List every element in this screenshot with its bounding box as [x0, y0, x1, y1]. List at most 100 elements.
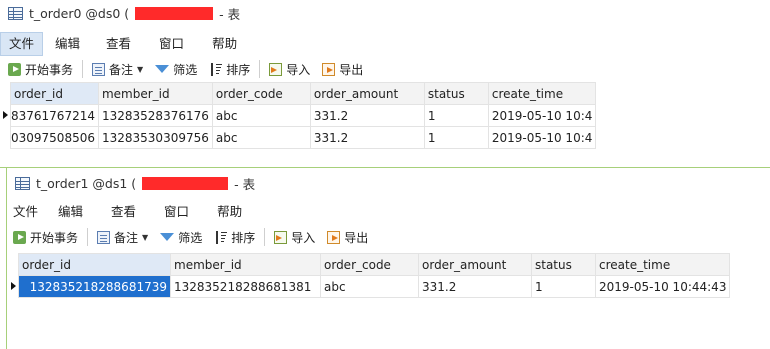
column-header-order-code[interactable]: order_code — [320, 253, 419, 276]
menu-view[interactable]: 查看 — [97, 200, 150, 224]
cell-create-time[interactable]: 2019-05-10 10:4 — [487, 126, 597, 149]
filter-button[interactable]: 筛选 — [154, 226, 208, 248]
column-header-create-time[interactable]: create_time — [594, 253, 731, 276]
column-header-order-id[interactable]: order_id — [18, 253, 171, 276]
note-label: 备注 — [114, 230, 139, 245]
sort-button[interactable]: 排序 — [203, 58, 256, 80]
note-icon — [97, 230, 111, 244]
cell-order-id[interactable]: 03097508506 — [10, 126, 99, 149]
filter-label: 筛选 — [178, 230, 203, 245]
menu-help[interactable]: 帮助 — [203, 200, 256, 224]
toolbar-separator — [82, 60, 84, 78]
export-label: 导出 — [344, 230, 369, 245]
menu-help[interactable]: 帮助 — [198, 32, 251, 56]
row-selector[interactable] — [10, 275, 19, 298]
table-row[interactable]: 132835218288681739 132835218288681381 ab… — [10, 275, 731, 298]
cell-status[interactable]: 1 — [423, 104, 489, 127]
redacted-block — [135, 6, 214, 20]
menu-bar: 文件 编辑 查看 窗口 帮助 — [0, 32, 770, 56]
begin-transaction-button[interactable]: 开始事务 — [2, 58, 79, 80]
column-header-status[interactable]: status — [531, 253, 596, 276]
cell-order-code[interactable]: abc — [211, 104, 311, 127]
column-header-order-amount[interactable]: order_amount — [309, 82, 425, 105]
filter-icon — [160, 233, 175, 241]
chevron-down-icon[interactable]: ▼ — [142, 233, 148, 242]
menu-file[interactable]: 文件 — [0, 32, 44, 56]
menu-file[interactable]: 文件 — [7, 200, 44, 224]
cell-order-id[interactable]: 83761767214 — [10, 104, 99, 127]
filter-label: 筛选 — [173, 62, 198, 77]
table-row[interactable]: 83761767214 13283528376176 abc 331.2 1 2… — [2, 104, 597, 127]
menu-edit[interactable]: 编辑 — [44, 200, 97, 224]
redacted-block — [142, 176, 229, 190]
cell-order-code[interactable]: abc — [211, 126, 311, 149]
cell-status[interactable]: 1 — [423, 126, 489, 149]
cell-create-time[interactable]: 2019-05-10 10:44:43 — [594, 275, 731, 298]
cell-member-id[interactable]: 13283530309756 — [97, 126, 213, 149]
column-header-order-code[interactable]: order_code — [211, 82, 311, 105]
import-icon — [274, 230, 288, 244]
note-button[interactable]: 备注 ▼ — [86, 58, 149, 80]
toolbar: 开始事务 备注 ▼ 筛选 排序 导入 导出 — [7, 224, 770, 250]
window-title-bar: t_order1 @ds1 ( - 表 — [7, 168, 770, 194]
note-icon — [92, 62, 106, 76]
window-t-order1: t_order1 @ds1 ( - 表 文件 编辑 查看 窗口 帮助 开始事务 … — [7, 168, 770, 349]
window-title: t_order0 @ds0 ( — [29, 5, 130, 21]
play-icon — [8, 62, 21, 76]
window-title-bar: t_order0 @ds0 ( - 表 — [0, 0, 770, 24]
header-row: order_id member_id order_code order_amou… — [2, 82, 597, 105]
sort-button[interactable]: 排序 — [208, 226, 261, 248]
column-header-member-id[interactable]: member_id — [97, 82, 213, 105]
menu-window[interactable]: 窗口 — [150, 200, 203, 224]
import-button[interactable]: 导入 — [268, 226, 321, 248]
sort-label: 排序 — [231, 230, 256, 245]
column-header-member-id[interactable]: member_id — [170, 253, 321, 276]
window-t-order0: t_order0 @ds0 ( - 表 文件 编辑 查看 窗口 帮助 开始事务 … — [0, 0, 770, 168]
row-selector[interactable] — [2, 126, 11, 149]
begin-transaction-label: 开始事务 — [30, 230, 79, 245]
import-label: 导入 — [291, 230, 316, 245]
play-icon — [13, 230, 26, 244]
cell-order-id[interactable]: 132835218288681739 — [18, 275, 171, 298]
begin-transaction-label: 开始事务 — [25, 62, 74, 77]
sort-icon — [209, 62, 223, 76]
row-selector[interactable] — [2, 104, 11, 127]
export-label: 导出 — [339, 62, 364, 77]
cell-member-id[interactable]: 13283528376176 — [97, 104, 213, 127]
column-header-status[interactable]: status — [423, 82, 489, 105]
toolbar-separator — [259, 60, 261, 78]
toolbar-separator — [87, 228, 89, 246]
table-row[interactable]: 03097508506 13283530309756 abc 331.2 1 2… — [2, 126, 597, 149]
current-row-icon — [11, 281, 16, 290]
note-label: 备注 — [109, 62, 134, 77]
current-row-icon — [3, 110, 8, 119]
export-icon — [327, 230, 341, 244]
import-icon — [269, 62, 283, 76]
cell-order-amount[interactable]: 331.2 — [309, 104, 425, 127]
data-grid: order_id member_id order_code order_amou… — [2, 82, 597, 149]
cell-order-amount[interactable]: 331.2 — [309, 126, 425, 149]
toolbar: 开始事务 备注 ▼ 筛选 排序 导入 导出 — [0, 56, 770, 82]
toolbar-separator — [264, 228, 266, 246]
export-button[interactable]: 导出 — [321, 226, 374, 248]
chevron-down-icon[interactable]: ▼ — [137, 65, 143, 74]
menu-edit[interactable]: 编辑 — [43, 32, 92, 56]
export-button[interactable]: 导出 — [316, 58, 369, 80]
column-header-create-time[interactable]: create_time — [487, 82, 597, 105]
column-header-order-id[interactable]: order_id — [10, 82, 99, 105]
cell-order-amount[interactable]: 331.2 — [418, 275, 532, 298]
column-header-order-amount[interactable]: order_amount — [418, 253, 532, 276]
note-button[interactable]: 备注 ▼ — [91, 226, 154, 248]
begin-transaction-button[interactable]: 开始事务 — [7, 226, 84, 248]
cell-member-id[interactable]: 132835218288681381 — [170, 275, 321, 298]
window-title: t_order1 @ds1 ( — [36, 175, 137, 191]
import-button[interactable]: 导入 — [263, 58, 316, 80]
filter-icon — [155, 65, 170, 73]
cell-create-time[interactable]: 2019-05-10 10:4 — [487, 104, 597, 127]
filter-button[interactable]: 筛选 — [149, 58, 203, 80]
cell-order-code[interactable]: abc — [320, 275, 419, 298]
menu-bar: 文件 编辑 查看 窗口 帮助 — [7, 200, 770, 224]
menu-view[interactable]: 查看 — [92, 32, 145, 56]
cell-status[interactable]: 1 — [531, 275, 596, 298]
menu-window[interactable]: 窗口 — [145, 32, 198, 56]
